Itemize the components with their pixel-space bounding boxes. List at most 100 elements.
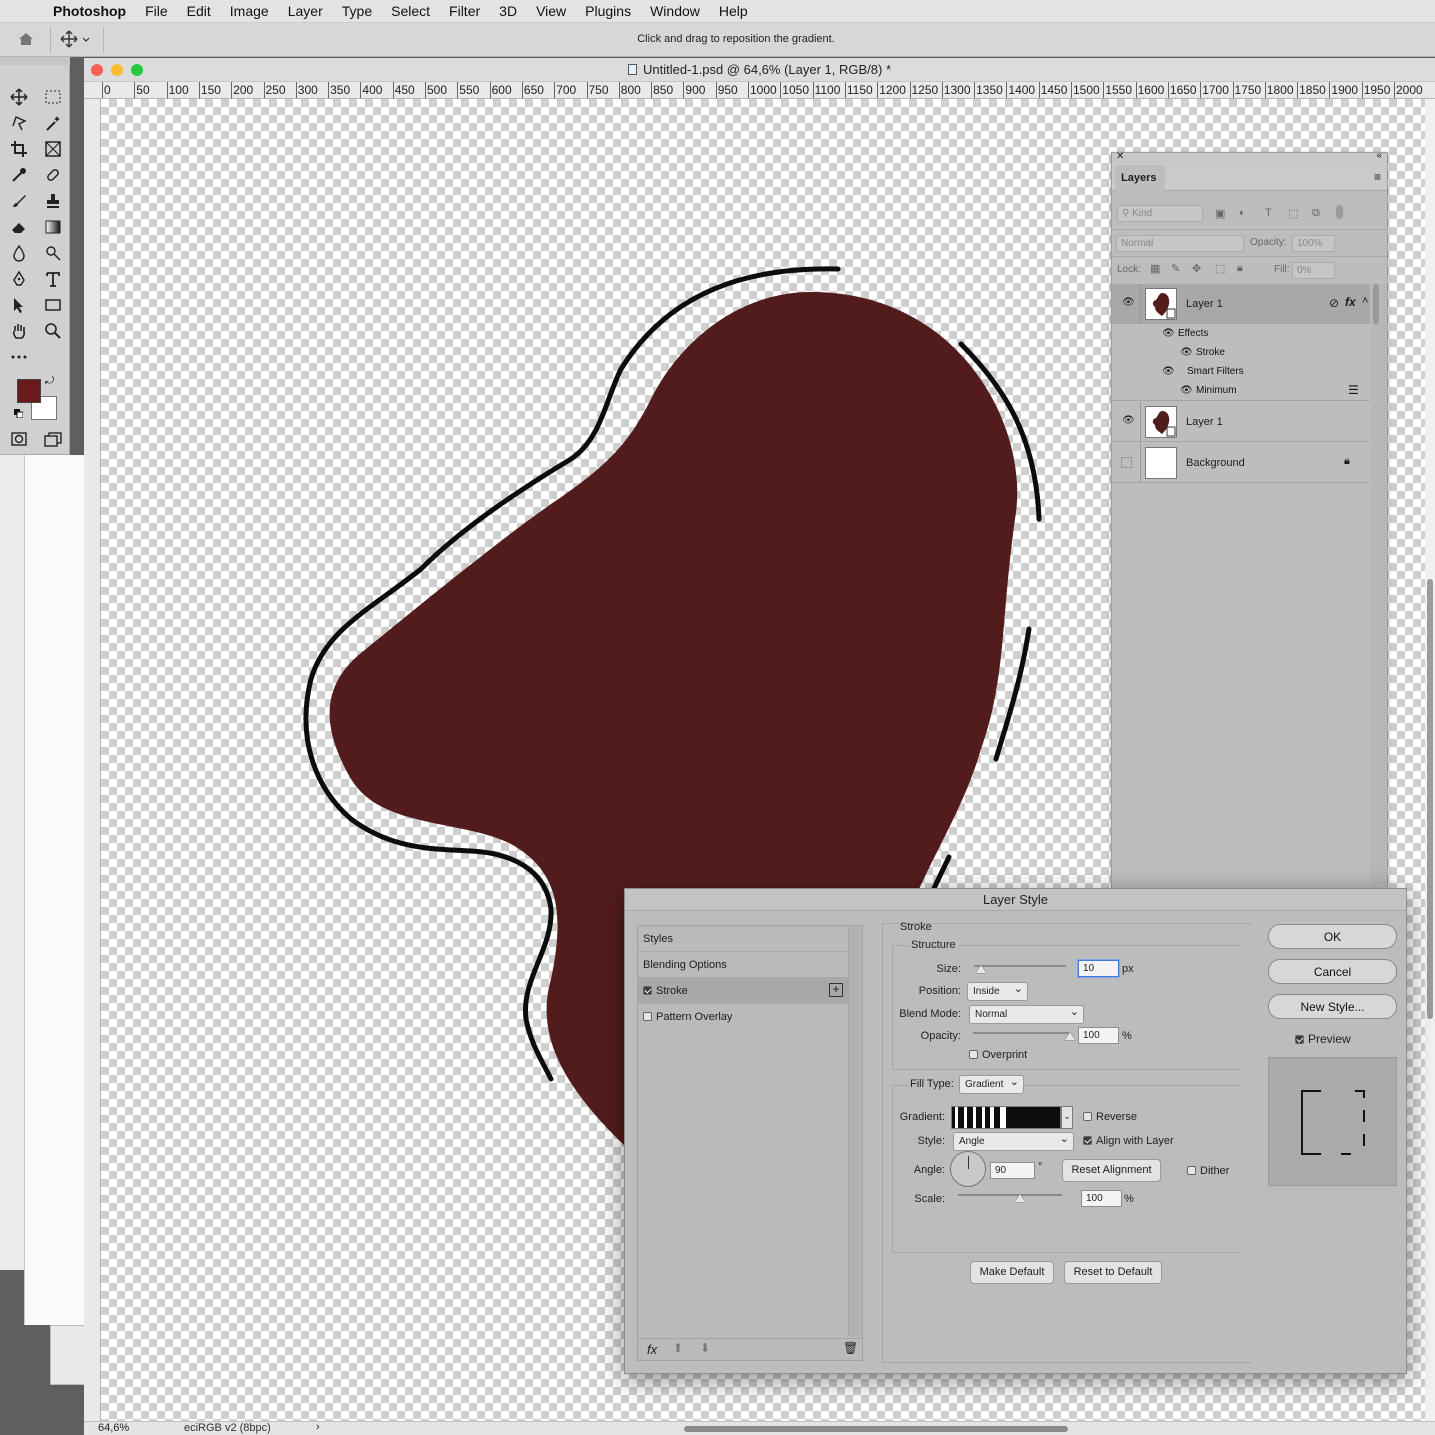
stroke-style-item[interactable]: Stroke + xyxy=(638,978,848,1004)
blending-options-item[interactable]: Blending Options xyxy=(638,952,848,978)
styles-item[interactable]: Styles xyxy=(638,926,848,952)
foreground-color-swatch[interactable] xyxy=(17,379,41,403)
close-panel-icon[interactable]: ✕ xyxy=(1116,151,1124,162)
layer-opacity-input[interactable]: 100% xyxy=(1292,235,1335,252)
effects-eye-icon[interactable]: 👁︎ xyxy=(1162,328,1175,339)
horizontal-scroll-thumb[interactable] xyxy=(684,1426,1068,1432)
collapse-effects-icon[interactable]: ˄ xyxy=(1362,295,1368,307)
blur-tool-icon[interactable] xyxy=(6,242,32,264)
visibility-eye-icon[interactable]: 👁︎ xyxy=(1122,415,1135,426)
panel-menu-icon[interactable]: ≡ xyxy=(1374,170,1381,184)
adjustment-filter-icon[interactable]: ◐ xyxy=(1239,207,1246,219)
add-stroke-icon[interactable]: + xyxy=(829,983,843,997)
clone-stamp-icon[interactable] xyxy=(40,190,66,212)
menu-edit[interactable]: Edit xyxy=(187,3,211,19)
menu-app-photoshop[interactable]: Photoshop xyxy=(53,3,126,19)
layers-scroll-thumb[interactable] xyxy=(1373,284,1379,324)
vertical-scrollbar[interactable] xyxy=(1425,99,1435,1429)
pattern-overlay-checkbox[interactable] xyxy=(643,1012,652,1021)
preview-option[interactable]: Preview xyxy=(1295,1032,1351,1046)
status-menu-arrow-icon[interactable]: › xyxy=(316,1421,320,1433)
visibility-eye-icon[interactable]: 👁︎ xyxy=(1122,297,1135,308)
layer-name[interactable]: Background xyxy=(1186,457,1245,469)
reset-to-default-button[interactable]: Reset to Default xyxy=(1064,1261,1162,1284)
align-with-layer-checkbox[interactable] xyxy=(1083,1136,1092,1145)
dodge-tool-icon[interactable] xyxy=(40,242,66,264)
menu-select[interactable]: Select xyxy=(391,3,430,19)
panel-grip[interactable] xyxy=(0,57,70,65)
size-input[interactable]: 10 xyxy=(1078,960,1119,977)
vertical-scroll-thumb[interactable] xyxy=(1427,579,1433,1019)
lock-position-icon[interactable]: ✥ xyxy=(1192,262,1201,275)
menu-3d[interactable]: 3D xyxy=(499,3,517,19)
delete-effect-icon[interactable]: 🗑︎ xyxy=(843,1341,858,1355)
horizontal-ruler[interactable]: 0 50 100 150 200 250 300 350 400 450 500 550 600 650 7… xyxy=(84,82,1435,99)
menu-plugins[interactable]: Plugins xyxy=(585,3,631,19)
menu-window[interactable]: Window xyxy=(650,3,700,19)
fx-icon[interactable]: fx xyxy=(647,1342,657,1357)
layer-blend-mode-select[interactable]: Normal xyxy=(1116,235,1244,252)
magic-wand-icon[interactable] xyxy=(40,112,66,134)
filter-kind-select[interactable]: ⚲ Kind xyxy=(1117,205,1203,222)
align-with-layer-option[interactable]: Align with Layer xyxy=(1083,1135,1174,1147)
collapse-panel-icon[interactable]: « xyxy=(1376,150,1382,161)
gradient-style-select[interactable]: Angle xyxy=(953,1132,1074,1151)
scale-input[interactable]: 100 xyxy=(1081,1190,1122,1207)
reset-alignment-button[interactable]: Reset Alignment xyxy=(1062,1159,1161,1182)
crop-tool-icon[interactable] xyxy=(6,138,32,160)
fx-icon[interactable]: fx xyxy=(1345,295,1356,309)
menu-layer[interactable]: Layer xyxy=(288,3,323,19)
preview-checkbox[interactable] xyxy=(1295,1035,1304,1044)
layer-fill-input[interactable]: 0% xyxy=(1292,262,1335,279)
layer-thumbnail[interactable] xyxy=(1145,447,1177,479)
layer-name[interactable]: Layer 1 xyxy=(1186,416,1223,428)
lock-image-pixels-icon[interactable]: ✎ xyxy=(1171,262,1180,275)
size-slider-knob[interactable] xyxy=(976,965,987,973)
lock-artboard-icon[interactable]: ⬚ xyxy=(1215,262,1225,275)
layer-row-background[interactable]: Background 🔒︎ xyxy=(1112,443,1370,483)
filter-toggle-icon[interactable] xyxy=(1336,205,1343,219)
quick-mask-icon[interactable] xyxy=(6,428,32,450)
lasso-tool-icon[interactable] xyxy=(6,112,32,134)
reverse-option[interactable]: Reverse xyxy=(1083,1111,1137,1123)
swap-colors-icon[interactable]: ⤾ xyxy=(45,375,54,388)
menu-help[interactable]: Help xyxy=(719,3,748,19)
gradient-dropdown-chevron-icon[interactable]: ⌄ xyxy=(1061,1106,1073,1129)
type-tool-icon[interactable] xyxy=(40,268,66,290)
minimum-filter-eye-icon[interactable]: 👁︎ xyxy=(1180,385,1193,396)
scale-slider-knob[interactable] xyxy=(1015,1194,1026,1202)
rectangle-tool-icon[interactable] xyxy=(40,294,66,316)
type-filter-icon[interactable]: T xyxy=(1265,207,1272,219)
hand-tool-icon[interactable] xyxy=(6,320,32,342)
stroke-effect-label[interactable]: Stroke xyxy=(1196,347,1225,358)
smart-object-filter-icon[interactable]: ⧉ xyxy=(1312,207,1320,220)
gradient-preview[interactable] xyxy=(951,1106,1061,1129)
menu-filter[interactable]: Filter xyxy=(449,3,480,19)
shape-filter-icon[interactable]: ⬚ xyxy=(1288,207,1298,220)
stroke-effect-eye-icon[interactable]: 👁︎ xyxy=(1180,347,1193,358)
marquee-tool-icon[interactable] xyxy=(40,86,66,108)
layer-row-layer1-smart[interactable]: 👁︎ Layer 1 ⊘ fx ˄ xyxy=(1112,284,1370,324)
styles-list-scrollbar[interactable] xyxy=(848,926,862,1336)
move-up-icon[interactable]: ⬆︎ xyxy=(673,1341,683,1355)
smart-filters-eye-icon[interactable]: 👁︎ xyxy=(1162,366,1175,377)
opacity-slider[interactable] xyxy=(973,1032,1075,1040)
opacity-input[interactable]: 100 xyxy=(1078,1027,1119,1044)
blend-mode-select[interactable]: Normal xyxy=(969,1005,1084,1024)
reverse-checkbox[interactable] xyxy=(1083,1112,1092,1121)
path-selection-icon[interactable] xyxy=(6,294,32,316)
menu-type[interactable]: Type xyxy=(342,3,372,19)
pattern-overlay-item[interactable]: Pattern Overlay xyxy=(638,1004,848,1030)
lock-all-icon[interactable]: 🔒︎ xyxy=(1237,262,1243,275)
tab-layers[interactable]: Layers xyxy=(1115,165,1165,191)
size-slider[interactable] xyxy=(974,965,1066,973)
menu-image[interactable]: Image xyxy=(230,3,269,19)
opacity-slider-knob[interactable] xyxy=(1065,1032,1075,1040)
cancel-button[interactable]: Cancel xyxy=(1268,959,1397,984)
zoom-tool-icon[interactable] xyxy=(40,320,66,342)
frame-tool-icon[interactable] xyxy=(40,138,66,160)
lock-transparency-icon[interactable]: ▦ xyxy=(1150,262,1160,275)
zoom-level[interactable]: 64,6% xyxy=(98,1422,129,1434)
dither-option[interactable]: Dither xyxy=(1187,1165,1229,1177)
overprint-option[interactable]: Overprint xyxy=(969,1049,1027,1061)
